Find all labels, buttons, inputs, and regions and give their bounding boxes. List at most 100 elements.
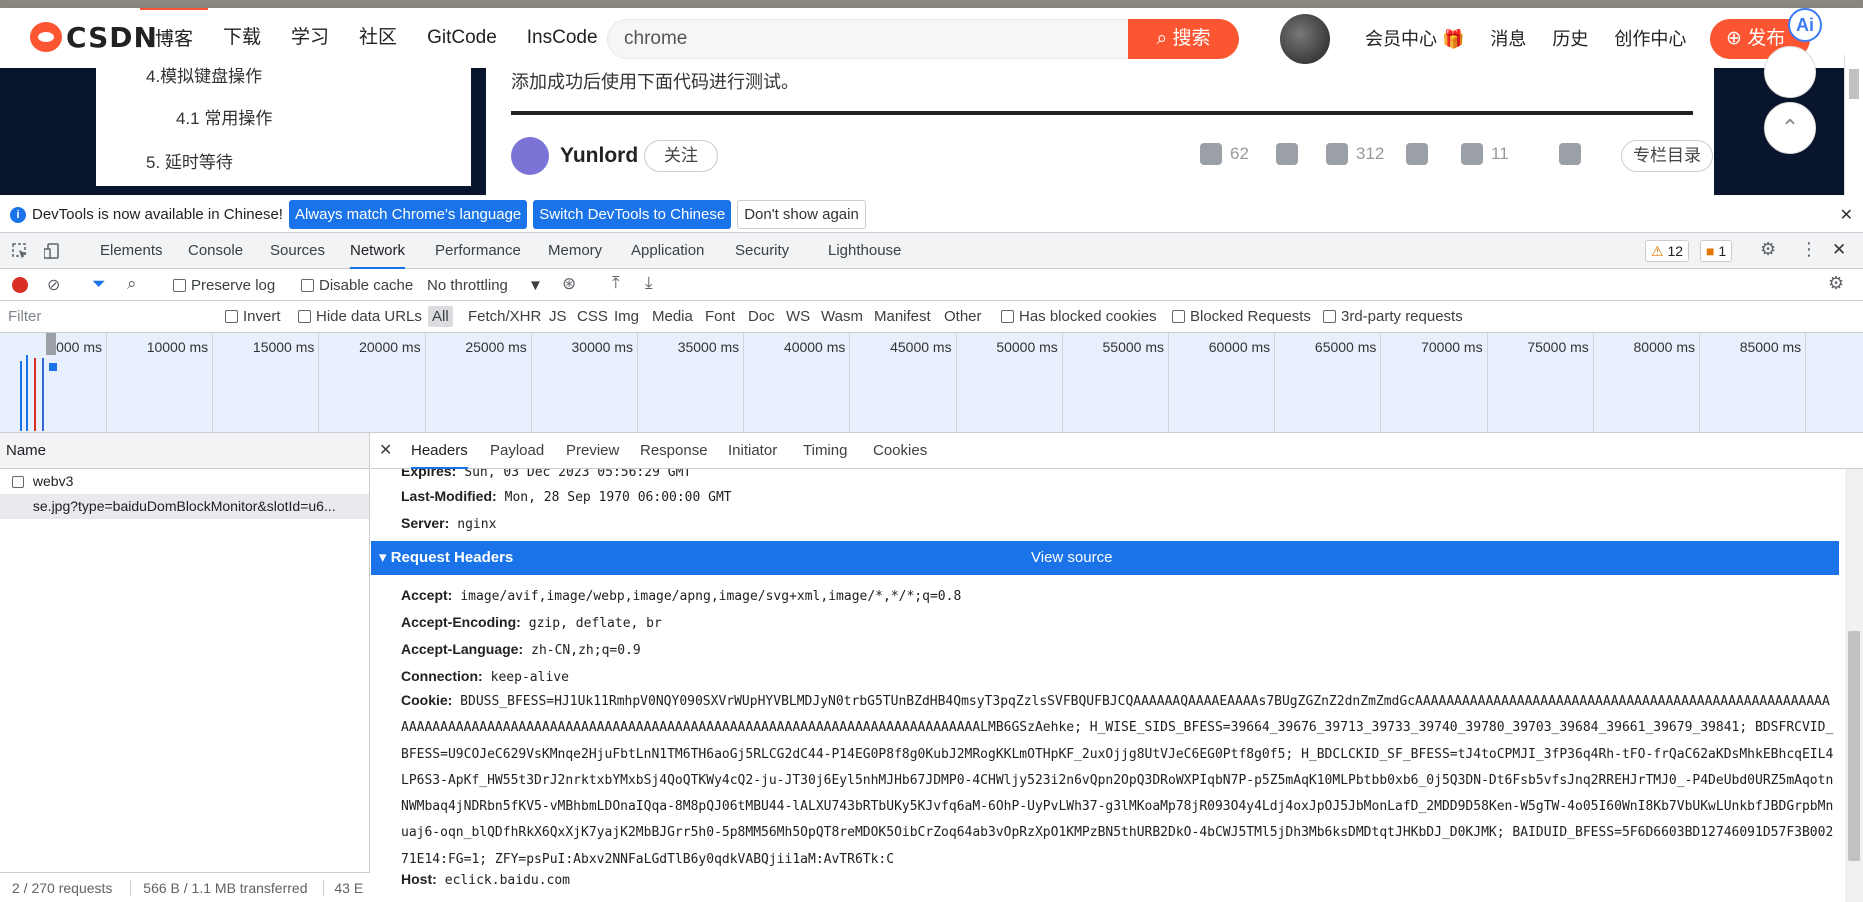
- filter-type-other[interactable]: Other: [944, 308, 982, 325]
- filter-type-js[interactable]: JS: [549, 308, 567, 325]
- scrollbar-thumb[interactable]: [1849, 69, 1859, 99]
- nav-learn[interactable]: 学习: [276, 8, 344, 68]
- tab-security[interactable]: Security: [735, 233, 789, 269]
- request-row[interactable]: webv3: [0, 469, 369, 494]
- more-options-icon[interactable]: ⋮: [1800, 239, 1818, 259]
- filter-type-doc[interactable]: Doc: [748, 308, 775, 325]
- warnings-badge[interactable]: ⚠ 12: [1645, 240, 1690, 262]
- filter-type-ws[interactable]: WS: [786, 308, 810, 325]
- like-count: 62: [1230, 144, 1249, 163]
- export-har-icon[interactable]: ⤓: [645, 273, 653, 293]
- follow-button[interactable]: 关注: [644, 140, 718, 172]
- switch-to-chinese-button[interactable]: Switch DevTools to Chinese: [533, 200, 732, 229]
- nav-vip-center[interactable]: 会员中心 🎁: [1365, 25, 1464, 51]
- match-language-button[interactable]: Always match Chrome's language: [288, 200, 528, 229]
- tab-network[interactable]: Network: [350, 233, 406, 269]
- nav-history[interactable]: 历史: [1552, 25, 1588, 51]
- tab-console[interactable]: Console: [188, 233, 243, 269]
- name-column-header[interactable]: Name: [0, 433, 369, 469]
- comment-button[interactable]: 11: [1461, 143, 1509, 165]
- nav-creator-center[interactable]: 创作中心: [1614, 25, 1686, 51]
- tab-performance[interactable]: Performance: [435, 233, 521, 269]
- toc-item[interactable]: 5. 延时等待: [146, 148, 233, 173]
- nav-community[interactable]: 社区: [344, 8, 412, 68]
- dislike-button[interactable]: [1276, 143, 1298, 165]
- csdn-logo[interactable]: CSDN: [30, 21, 158, 54]
- user-avatar[interactable]: [1280, 14, 1330, 64]
- nav-gitcode[interactable]: GitCode: [412, 8, 512, 68]
- tab-elements[interactable]: Elements: [100, 233, 163, 269]
- request-row-selected[interactable]: se.jpg?type=baiduDomBlockMonitor&slotId=…: [0, 494, 369, 519]
- view-source-link[interactable]: View source: [1031, 541, 1112, 575]
- ai-assistant-icon[interactable]: Ai: [1788, 8, 1822, 42]
- tab-preview[interactable]: Preview: [566, 433, 619, 469]
- filter-input[interactable]: Filter: [3, 305, 208, 329]
- tab-timing[interactable]: Timing: [803, 433, 847, 469]
- toc-item[interactable]: 4.1 常用操作: [176, 104, 272, 129]
- search-icon[interactable]: ⌕: [127, 274, 137, 294]
- record-icon[interactable]: [12, 277, 28, 293]
- network-settings-gear-icon[interactable]: ⚙: [1828, 273, 1844, 294]
- details-scrollbar[interactable]: [1845, 469, 1863, 902]
- tab-memory[interactable]: Memory: [548, 233, 602, 269]
- request-headers-section[interactable]: ▾ Request Headers View source: [371, 541, 1839, 575]
- preserve-log-checkbox[interactable]: Preserve log: [173, 277, 275, 294]
- tab-initiator[interactable]: Initiator: [728, 433, 777, 469]
- author-avatar[interactable]: [511, 137, 549, 175]
- tab-cookies[interactable]: Cookies: [873, 433, 927, 469]
- inspect-element-icon[interactable]: [12, 243, 28, 259]
- filter-type-img[interactable]: Img: [614, 308, 639, 325]
- nav-download[interactable]: 下载: [208, 8, 276, 68]
- third-party-requests-checkbox[interactable]: 3rd-party requests: [1323, 308, 1463, 325]
- device-toolbar-icon[interactable]: [43, 243, 60, 259]
- favorite-button[interactable]: 312: [1326, 143, 1384, 165]
- tab-headers[interactable]: Headers: [411, 433, 468, 469]
- close-details-icon[interactable]: ✕: [379, 433, 392, 469]
- filter-type-css[interactable]: CSS: [577, 308, 608, 325]
- filter-type-media[interactable]: Media: [652, 308, 693, 325]
- tab-payload[interactable]: Payload: [490, 433, 544, 469]
- filter-type-font[interactable]: Font: [705, 308, 735, 325]
- import-har-icon[interactable]: ⤒: [612, 273, 620, 293]
- reward-button[interactable]: [1406, 143, 1428, 165]
- like-button[interactable]: 62: [1200, 143, 1249, 165]
- filter-type-fetch-xhr[interactable]: Fetch/XHR: [468, 308, 541, 325]
- tab-response[interactable]: Response: [640, 433, 708, 469]
- column-catalog-button[interactable]: 专栏目录: [1621, 140, 1713, 172]
- has-blocked-cookies-checkbox[interactable]: Has blocked cookies: [1001, 308, 1157, 325]
- timeline-gridline: [955, 333, 957, 433]
- toc-item[interactable]: 4.模拟键盘操作: [146, 62, 262, 87]
- tab-lighthouse[interactable]: Lighthouse: [828, 233, 901, 269]
- back-to-top-icon[interactable]: ⌃: [1764, 102, 1816, 154]
- nav-messages[interactable]: 消息: [1490, 25, 1526, 51]
- clear-icon[interactable]: ⊘: [47, 275, 60, 295]
- search-input[interactable]: chrome: [607, 19, 1130, 59]
- network-overview-timeline[interactable]: 5000 ms 10000 ms 15000 ms 20000 ms 25000 ms 3…: [0, 333, 1863, 433]
- network-conditions-icon[interactable]: ⊛: [562, 274, 576, 294]
- disable-cache-checkbox[interactable]: Disable cache: [301, 277, 413, 294]
- scrollbar-thumb[interactable]: [1848, 631, 1860, 861]
- filter-type-all[interactable]: All: [428, 306, 453, 327]
- dont-show-again-button[interactable]: Don't show again: [737, 200, 866, 229]
- gear-icon[interactable]: ⚙: [1760, 239, 1776, 259]
- report-button[interactable]: [1764, 46, 1816, 98]
- page-scrollbar[interactable]: [1844, 55, 1863, 195]
- hide-data-urls-checkbox[interactable]: Hide data URLs: [298, 308, 422, 325]
- blocked-requests-checkbox[interactable]: Blocked Requests: [1172, 308, 1311, 325]
- author-name[interactable]: Yunlord: [560, 144, 638, 168]
- filter-type-manifest[interactable]: Manifest: [874, 308, 931, 325]
- filter-icon[interactable]: ⏷: [92, 274, 106, 294]
- tab-application[interactable]: Application: [631, 233, 704, 269]
- close-devtools-icon[interactable]: ✕: [1832, 240, 1848, 259]
- close-icon[interactable]: ✕: [1840, 205, 1853, 225]
- tab-sources[interactable]: Sources: [270, 233, 325, 269]
- issues-badge[interactable]: ■ 1: [1700, 240, 1733, 262]
- share-button[interactable]: [1559, 143, 1581, 165]
- invert-checkbox[interactable]: Invert: [225, 308, 281, 325]
- throttling-select[interactable]: No throttling ▼: [427, 277, 543, 294]
- timeline-drag-handle[interactable]: [46, 333, 56, 355]
- nav-inscode[interactable]: InsCode: [512, 8, 613, 68]
- nav-blog[interactable]: 博客: [140, 8, 209, 68]
- search-button[interactable]: ⌕ 搜索: [1128, 19, 1239, 59]
- filter-type-wasm[interactable]: Wasm: [821, 308, 863, 325]
